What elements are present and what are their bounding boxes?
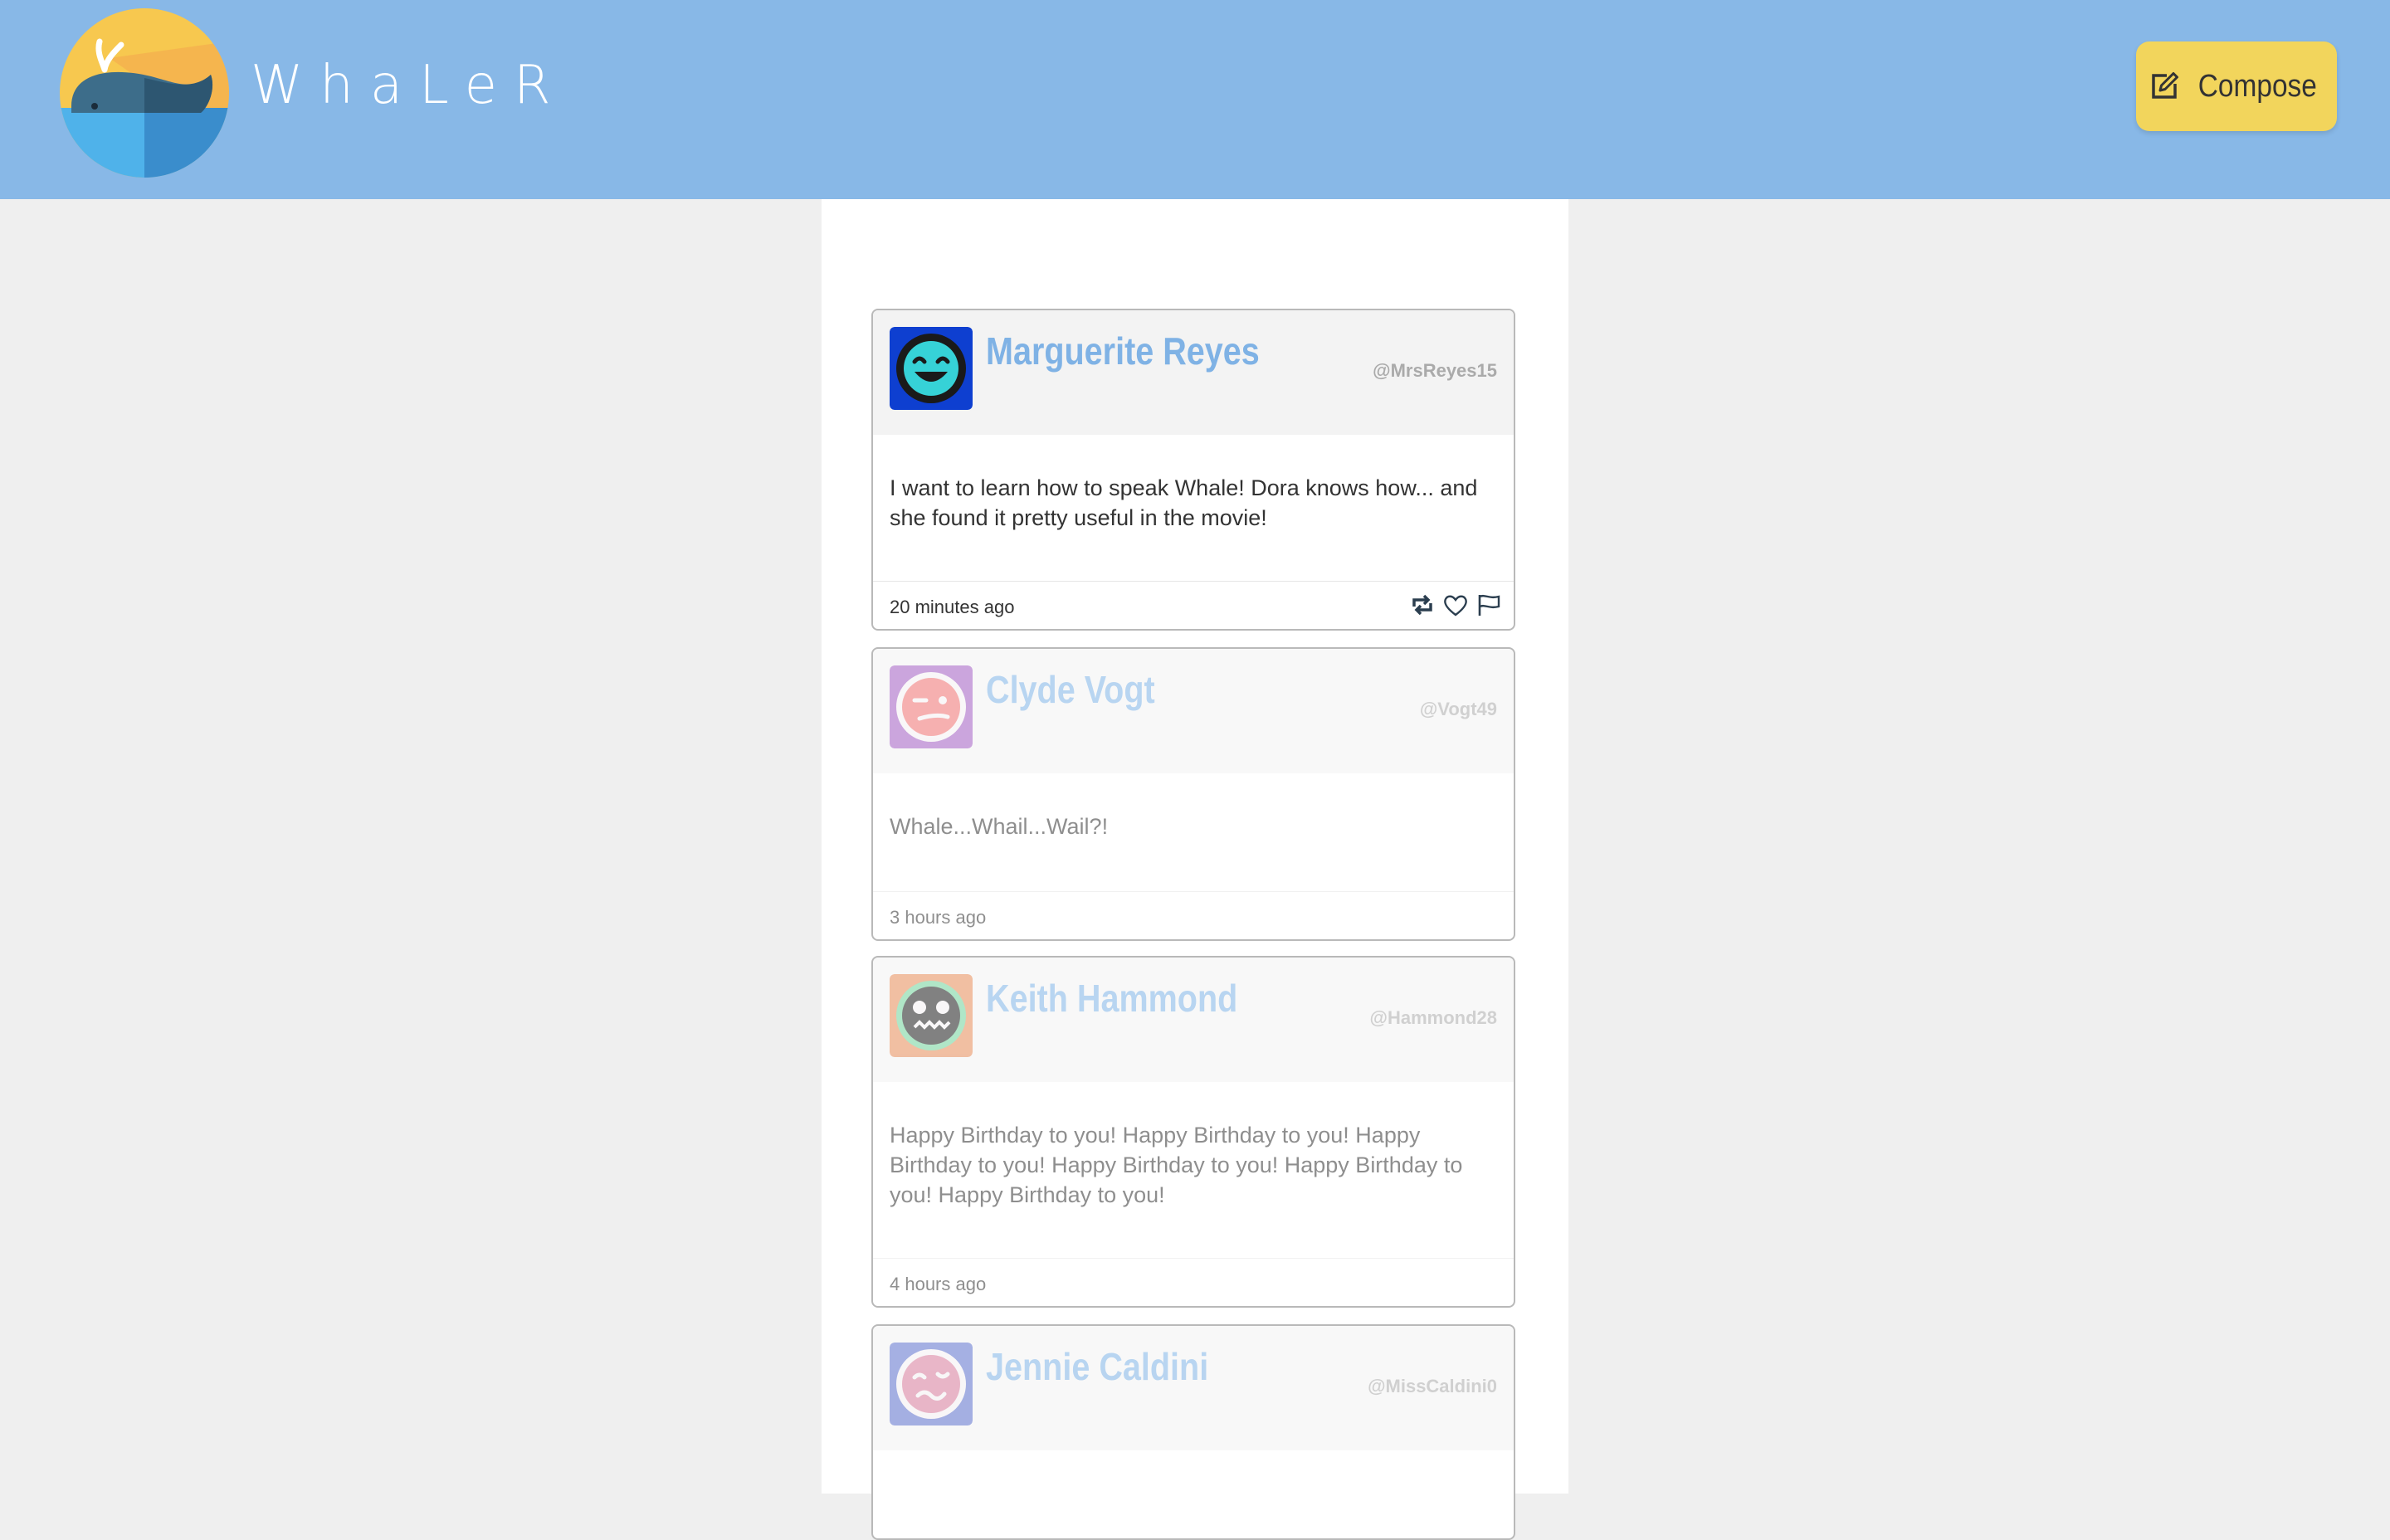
post-card: Marguerite Reyes @MrsReyes15 I want to l… <box>871 309 1515 631</box>
post-header: Marguerite Reyes @MrsReyes15 <box>873 310 1514 435</box>
post-header: Clyde Vogt @Vogt49 <box>873 649 1514 773</box>
zany-face-icon[interactable] <box>890 974 973 1057</box>
feed-column: Marguerite Reyes @MrsReyes15 I want to l… <box>822 199 1568 1540</box>
edit-icon <box>2151 72 2178 99</box>
compose-button[interactable]: Compose <box>2136 41 2337 131</box>
author-handle[interactable]: @Hammond28 <box>1370 1007 1497 1029</box>
winking-face-icon[interactable] <box>890 665 973 748</box>
post-card: Keith Hammond @Hammond28 Happy Birthday … <box>871 956 1515 1308</box>
post-text: Whale...Whail...Wail?! <box>890 814 1109 839</box>
whale-logo-icon[interactable] <box>60 8 229 178</box>
brand-title: WhaLeR <box>251 55 568 116</box>
post-card: Jennie Caldini @MissCaldini0 <box>871 1324 1515 1540</box>
author-name[interactable]: Clyde Vogt <box>986 667 1155 712</box>
app-header: WhaLeR Compose <box>0 0 2390 199</box>
post-text: I want to learn how to speak Whale! Dora… <box>890 475 1478 530</box>
author-handle[interactable]: @Vogt49 <box>1420 699 1497 720</box>
post-timestamp: 20 minutes ago <box>890 597 1015 617</box>
post-header: Keith Hammond @Hammond28 <box>873 958 1514 1082</box>
post-timestamp: 3 hours ago <box>890 907 987 928</box>
author-handle[interactable]: @MrsReyes15 <box>1373 360 1497 382</box>
post-footer: 3 hours ago <box>873 891 1514 939</box>
author-name[interactable]: Keith Hammond <box>986 976 1237 1021</box>
author-name[interactable]: Jennie Caldini <box>986 1344 1208 1389</box>
heart-icon[interactable] <box>1442 592 1469 618</box>
post-actions <box>1409 592 1502 618</box>
author-handle[interactable]: @MissCaldini0 <box>1368 1376 1497 1397</box>
flag-icon[interactable] <box>1475 592 1502 618</box>
woozy-face-icon[interactable] <box>890 1343 973 1425</box>
post-timestamp: 4 hours ago <box>890 1274 987 1294</box>
post-footer: 20 minutes ago <box>873 581 1514 629</box>
post-card: Clyde Vogt @Vogt49 Whale...Whail...Wail?… <box>871 647 1515 941</box>
grinning-face-icon[interactable] <box>890 327 973 410</box>
post-header: Jennie Caldini @MissCaldini0 <box>873 1326 1514 1450</box>
post-footer: 4 hours ago <box>873 1258 1514 1306</box>
retweet-icon[interactable] <box>1409 592 1436 618</box>
author-name[interactable]: Marguerite Reyes <box>986 329 1260 373</box>
compose-label: Compose <box>2197 68 2317 104</box>
post-text: Happy Birthday to you! Happy Birthday to… <box>890 1123 1463 1207</box>
